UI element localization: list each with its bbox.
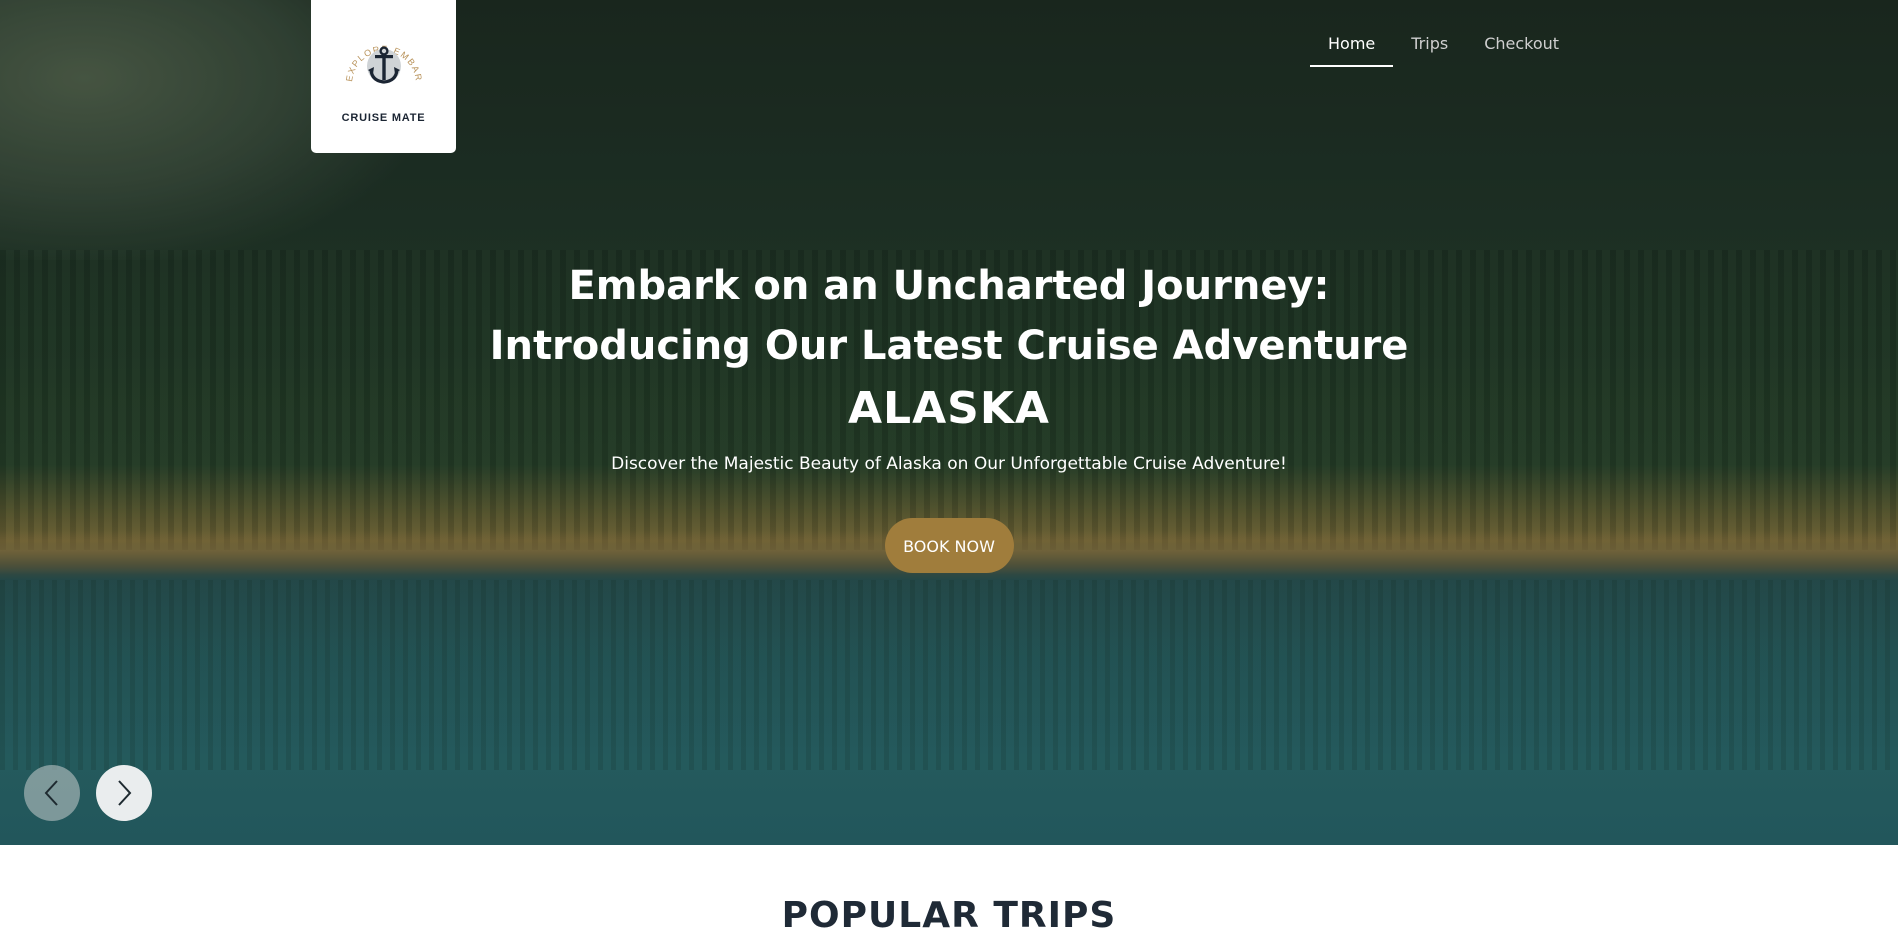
hero-title-line-1: Embark on an Uncharted Journey: xyxy=(568,263,1330,309)
brand-logo[interactable]: EXPLORE.EMBARK.ENJOY! CRUISE MATE xyxy=(311,0,456,153)
popular-trips-heading: POPULAR TRIPS xyxy=(781,895,1117,933)
chevron-right-icon xyxy=(118,780,132,806)
chevron-left-icon xyxy=(44,780,58,806)
hero-subtitle: Discover the Majestic Beauty of Alaska o… xyxy=(611,454,1287,474)
hero-title: Embark on an Uncharted Journey: Introduc… xyxy=(0,256,1898,376)
main-nav: Home Trips Checkout xyxy=(1310,28,1577,67)
brand-name: CRUISE MATE xyxy=(341,111,426,124)
hero-banner: Embark on an Uncharted Journey: Introduc… xyxy=(0,0,1898,845)
book-now-button[interactable]: BOOK NOW xyxy=(884,518,1014,573)
nav-item-home[interactable]: Home xyxy=(1310,28,1394,67)
page: Embark on an Uncharted Journey: Introduc… xyxy=(0,0,1898,933)
nav-item-checkout[interactable]: Checkout xyxy=(1466,28,1577,67)
anchor-icon: EXPLORE.EMBARK.ENJOY! xyxy=(342,26,422,84)
hero-text-block: Embark on an Uncharted Journey: Introduc… xyxy=(0,256,1898,573)
hero-title-line-2: Introducing Our Latest Cruise Adventure xyxy=(489,323,1409,369)
nav-item-trips[interactable]: Trips xyxy=(1393,28,1466,67)
carousel-next-button[interactable] xyxy=(96,765,152,821)
carousel-prev-button[interactable] xyxy=(24,765,80,821)
hero-destination: ALASKA xyxy=(848,383,1050,434)
